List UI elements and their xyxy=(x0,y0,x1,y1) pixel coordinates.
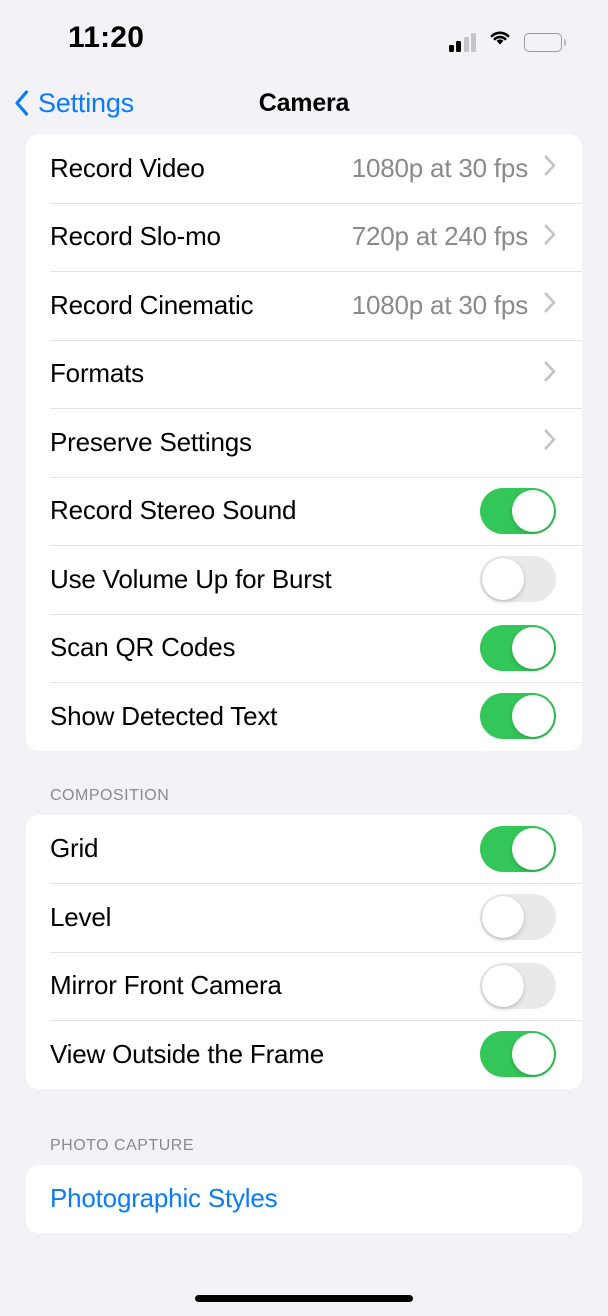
section-header-composition: COMPOSITION xyxy=(50,786,170,804)
toggle-knob xyxy=(512,489,554,532)
status-bar: 11:20 xyxy=(0,0,608,72)
back-button[interactable]: Settings xyxy=(0,88,134,119)
row-scan-qr-codes[interactable]: Scan QR Codes xyxy=(26,613,582,683)
chevron-right-icon xyxy=(544,224,556,250)
status-bar-icons xyxy=(448,21,566,52)
settings-group: Photographic Styles xyxy=(26,1164,582,1234)
row-record-video[interactable]: Record Video 1080p at 30 fps xyxy=(26,134,582,203)
row-formats[interactable]: Formats xyxy=(26,339,582,409)
row-record-cinematic[interactable]: Record Cinematic 1080p at 30 fps xyxy=(26,271,582,340)
toggle-level[interactable] xyxy=(480,894,556,941)
toggle-knob xyxy=(482,896,524,939)
navigation-bar: Settings Camera xyxy=(0,72,608,134)
battery-icon xyxy=(524,32,566,52)
status-bar-time: 11:20 xyxy=(68,21,145,54)
wifi-icon xyxy=(487,27,513,52)
row-label: Formats xyxy=(50,358,144,389)
row-label: Record Slo-mo xyxy=(50,221,221,252)
row-label: Record Cinematic xyxy=(50,289,254,320)
toggle-show-detected-text[interactable] xyxy=(480,693,556,740)
section-header-photo-capture: PHOTO CAPTURE xyxy=(50,1136,194,1154)
chevron-right-icon xyxy=(544,292,556,318)
toggle-knob xyxy=(482,558,524,601)
chevron-right-icon xyxy=(544,429,556,455)
toggle-record-stereo-sound[interactable] xyxy=(480,487,556,534)
row-label: View Outside the Frame xyxy=(50,1038,325,1069)
row-value: 720p at 240 fps xyxy=(351,221,528,252)
row-grid[interactable]: Grid xyxy=(26,815,582,884)
toggle-knob xyxy=(512,695,554,738)
toggle-knob xyxy=(512,827,554,870)
toggle-use-volume-up-for-burst[interactable] xyxy=(480,556,556,603)
row-view-outside-the-frame[interactable]: View Outside the Frame xyxy=(26,1020,582,1089)
row-label: Mirror Front Camera xyxy=(50,970,282,1001)
row-label: Level xyxy=(50,901,112,932)
toggle-knob xyxy=(512,626,554,669)
row-label: Record Stereo Sound xyxy=(50,495,297,526)
settings-list: Record Video 1080p at 30 fps Record Slo-mo… xyxy=(0,134,608,1233)
row-mirror-front-camera[interactable]: Mirror Front Camera xyxy=(26,951,582,1021)
toggle-knob xyxy=(482,964,524,1007)
row-label: Show Detected Text xyxy=(50,700,278,731)
row-record-stereo-sound[interactable]: Record Stereo Sound xyxy=(26,476,582,546)
row-label: Record Video xyxy=(50,152,205,183)
row-label: Photographic Styles xyxy=(50,1183,278,1214)
chevron-right-icon xyxy=(544,361,556,387)
settings-group: Record Video 1080p at 30 fps Record Slo-mo… xyxy=(26,134,582,751)
row-show-detected-text[interactable]: Show Detected Text xyxy=(26,682,582,751)
row-label: Grid xyxy=(50,833,99,864)
row-level[interactable]: Level xyxy=(26,883,582,952)
toggle-knob xyxy=(512,1033,554,1076)
cellular-signal-icon xyxy=(448,32,476,52)
row-record-slo-mo[interactable]: Record Slo-mo 720p at 240 fps xyxy=(26,202,582,272)
row-preserve-settings[interactable]: Preserve Settings xyxy=(26,408,582,477)
chevron-right-icon xyxy=(544,155,556,181)
row-label: Preserve Settings xyxy=(50,426,252,457)
toggle-mirror-front-camera[interactable] xyxy=(480,962,556,1009)
row-label: Use Volume Up for Burst xyxy=(50,563,332,594)
toggle-view-outside-the-frame[interactable] xyxy=(480,1031,556,1078)
toggle-grid[interactable] xyxy=(480,825,556,872)
settings-group: Grid Level Mirror Front Camera View Outside… xyxy=(26,814,582,1089)
chevron-left-icon xyxy=(14,90,29,116)
row-photographic-styles[interactable]: Photographic Styles xyxy=(26,1165,582,1234)
row-use-volume-up-for-burst[interactable]: Use Volume Up for Burst xyxy=(26,545,582,614)
row-label: Scan QR Codes xyxy=(50,632,236,663)
home-indicator xyxy=(195,1295,413,1302)
back-button-label: Settings xyxy=(38,87,134,118)
row-value: 1080p at 30 fps xyxy=(351,289,528,320)
row-value: 1080p at 30 fps xyxy=(351,152,528,183)
toggle-scan-qr-codes[interactable] xyxy=(480,624,556,671)
